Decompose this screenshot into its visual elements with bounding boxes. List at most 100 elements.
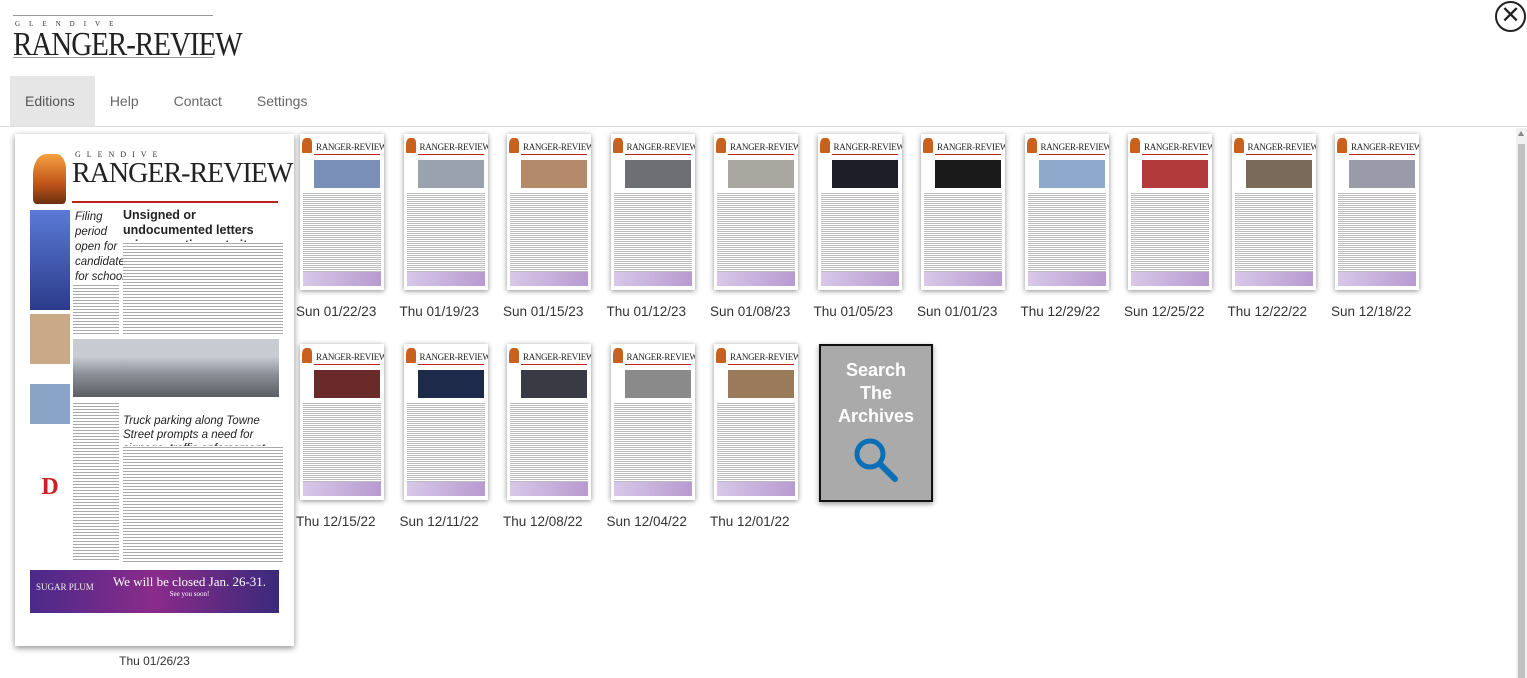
article-text: [717, 192, 795, 272]
divider: [0, 126, 1527, 127]
tab-editions[interactable]: Editions: [10, 76, 95, 126]
edition-date[interactable]: Thu 01/19/23: [400, 304, 492, 319]
tab-contact[interactable]: Contact: [159, 76, 242, 126]
edition-thumbnail[interactable]: RANGER-REVIEW Sun 12/25/22: [1124, 134, 1216, 319]
front-photo: [417, 160, 484, 188]
logo-text: RANGER-REVIEW: [13, 26, 243, 63]
scroll-up-icon[interactable]: [1518, 131, 1524, 136]
masthead-rule: [314, 154, 380, 155]
search-archives-button[interactable]: Search The Archives: [819, 344, 933, 502]
edition-page[interactable]: RANGER-REVIEW: [714, 134, 798, 290]
masthead-rock-image: [819, 138, 830, 153]
footer-ad: [510, 482, 588, 496]
edition-date[interactable]: Sun 12/11/22: [400, 514, 492, 529]
masthead: RANGER-REVIEW: [1351, 142, 1419, 152]
edition-date[interactable]: Thu 12/08/22: [503, 514, 595, 529]
edition-date[interactable]: Sun 01/08/23: [710, 304, 802, 319]
advertisement: SUGAR PLUM We will be closed Jan. 26-31.…: [30, 570, 279, 613]
edition-date[interactable]: Thu 12/22/22: [1228, 304, 1320, 319]
edition-thumbnail[interactable]: RANGER-REVIEW Thu 12/15/22: [296, 344, 388, 529]
edition-page[interactable]: RANGER-REVIEW: [1335, 134, 1419, 290]
footer-ad: [924, 272, 1002, 286]
edition-page[interactable]: RANGER-REVIEW: [610, 344, 695, 500]
edition-thumbnail[interactable]: RANGER-REVIEW Sun 01/08/23: [710, 134, 802, 319]
edition-thumbnail[interactable]: RANGER-REVIEW Sun 12/11/22: [400, 344, 492, 529]
edition-page[interactable]: RANGER-REVIEW: [610, 134, 695, 290]
article-text: [820, 192, 899, 272]
front-photo: [935, 160, 1001, 188]
article-text: [123, 242, 283, 336]
scrollbar-thumb[interactable]: [1518, 144, 1525, 678]
edition-thumbnail[interactable]: RANGER-REVIEW Sun 12/18/22: [1331, 134, 1423, 319]
edition-page[interactable]: RANGER-REVIEW: [300, 134, 384, 290]
edition-thumbnail[interactable]: RANGER-REVIEW Sun 12/04/22: [607, 344, 699, 529]
edition-page[interactable]: RANGER-REVIEW: [1128, 134, 1212, 290]
masthead-rule: [728, 154, 794, 155]
footer-ad: [1027, 272, 1106, 286]
article-text: [1131, 192, 1209, 272]
footer-ad: [820, 272, 899, 286]
masthead-rule: [314, 364, 380, 365]
tab-settings[interactable]: Settings: [242, 76, 328, 126]
edition-page[interactable]: RANGER-REVIEW: [1024, 134, 1109, 290]
masthead: RANGER-REVIEW: [523, 142, 591, 152]
front-photo: [314, 160, 380, 188]
scrollbar[interactable]: [1516, 128, 1527, 678]
masthead: RANGER-REVIEW: [937, 142, 1005, 152]
tab-help[interactable]: Help: [95, 76, 159, 126]
edition-thumbnail[interactable]: RANGER-REVIEW Sun 01/22/23: [296, 134, 388, 319]
footer-ad: [717, 272, 795, 286]
edition-thumbnail[interactable]: RANGER-REVIEW Thu 12/08/22: [503, 344, 595, 529]
masthead-rule: [1349, 154, 1415, 155]
edition-thumbnail[interactable]: RANGER-REVIEW Thu 12/29/22: [1021, 134, 1113, 319]
edition-page[interactable]: RANGER-REVIEW: [714, 344, 798, 500]
footer-ad: [303, 272, 381, 286]
site-logo[interactable]: GLENDIVE RANGER-REVIEW: [13, 15, 243, 63]
edition-page[interactable]: RANGER-REVIEW: [921, 134, 1005, 290]
article-text: [1338, 192, 1416, 272]
footer-ad: [1338, 272, 1416, 286]
edition-date[interactable]: Sun 12/04/22: [607, 514, 699, 529]
edition-date[interactable]: Thu 12/15/22: [296, 514, 388, 529]
article-text: [303, 192, 381, 272]
masthead-rule: [728, 364, 794, 365]
featured-date[interactable]: Thu 01/26/23: [15, 654, 294, 668]
edition-thumbnail[interactable]: RANGER-REVIEW Sun 01/15/23: [503, 134, 595, 319]
front-photo: [831, 160, 898, 188]
featured-edition[interactable]: GLENDIVE RANGER-REVIEW D Filing period o…: [15, 134, 294, 646]
edition-date[interactable]: Thu 01/12/23: [607, 304, 699, 319]
article-text: [73, 402, 119, 562]
front-photo: [1142, 160, 1208, 188]
edition-date[interactable]: Thu 12/01/22: [710, 514, 802, 529]
edition-thumbnail[interactable]: RANGER-REVIEW Sun 01/01/23: [917, 134, 1009, 319]
edition-date[interactable]: Sun 12/25/22: [1124, 304, 1216, 319]
masthead: RANGER-REVIEW: [626, 352, 695, 362]
edition-page[interactable]: RANGER-REVIEW: [300, 344, 384, 500]
edition-thumbnail[interactable]: RANGER-REVIEW Thu 01/12/23: [607, 134, 699, 319]
edition-page[interactable]: RANGER-REVIEW: [403, 344, 488, 500]
edition-page[interactable]: RANGER-REVIEW: [507, 134, 591, 290]
edition-page[interactable]: RANGER-REVIEW: [403, 134, 488, 290]
edition-date[interactable]: Sun 01/01/23: [917, 304, 1009, 319]
edition-page[interactable]: RANGER-REVIEW: [817, 134, 902, 290]
edition-date[interactable]: Thu 01/05/23: [814, 304, 906, 319]
edition-thumbnail[interactable]: RANGER-REVIEW Thu 01/05/23: [814, 134, 906, 319]
article-text: [510, 192, 588, 272]
masthead-rock-image: [1233, 138, 1244, 153]
close-icon[interactable]: ✕: [1495, 1, 1526, 32]
masthead-rock-image: [716, 138, 726, 153]
edition-date[interactable]: Sun 01/15/23: [503, 304, 595, 319]
edition-page[interactable]: RANGER-REVIEW: [1231, 134, 1316, 290]
edition-date[interactable]: Thu 12/29/22: [1021, 304, 1113, 319]
masthead: RANGER-REVIEW: [730, 352, 798, 362]
edition-page[interactable]: RANGER-REVIEW: [507, 344, 591, 500]
article-text: [406, 192, 485, 272]
masthead-rule: [521, 364, 587, 365]
edition-date[interactable]: Sun 12/18/22: [1331, 304, 1423, 319]
edition-thumbnail[interactable]: RANGER-REVIEW Thu 01/19/23: [400, 134, 492, 319]
edition-thumbnail[interactable]: RANGER-REVIEW Thu 12/22/22: [1228, 134, 1320, 319]
edition-date[interactable]: Sun 01/22/23: [296, 304, 388, 319]
article-text: [510, 402, 588, 482]
edition-thumbnail[interactable]: RANGER-REVIEW Thu 12/01/22: [710, 344, 802, 529]
masthead-rock-image: [405, 348, 416, 363]
